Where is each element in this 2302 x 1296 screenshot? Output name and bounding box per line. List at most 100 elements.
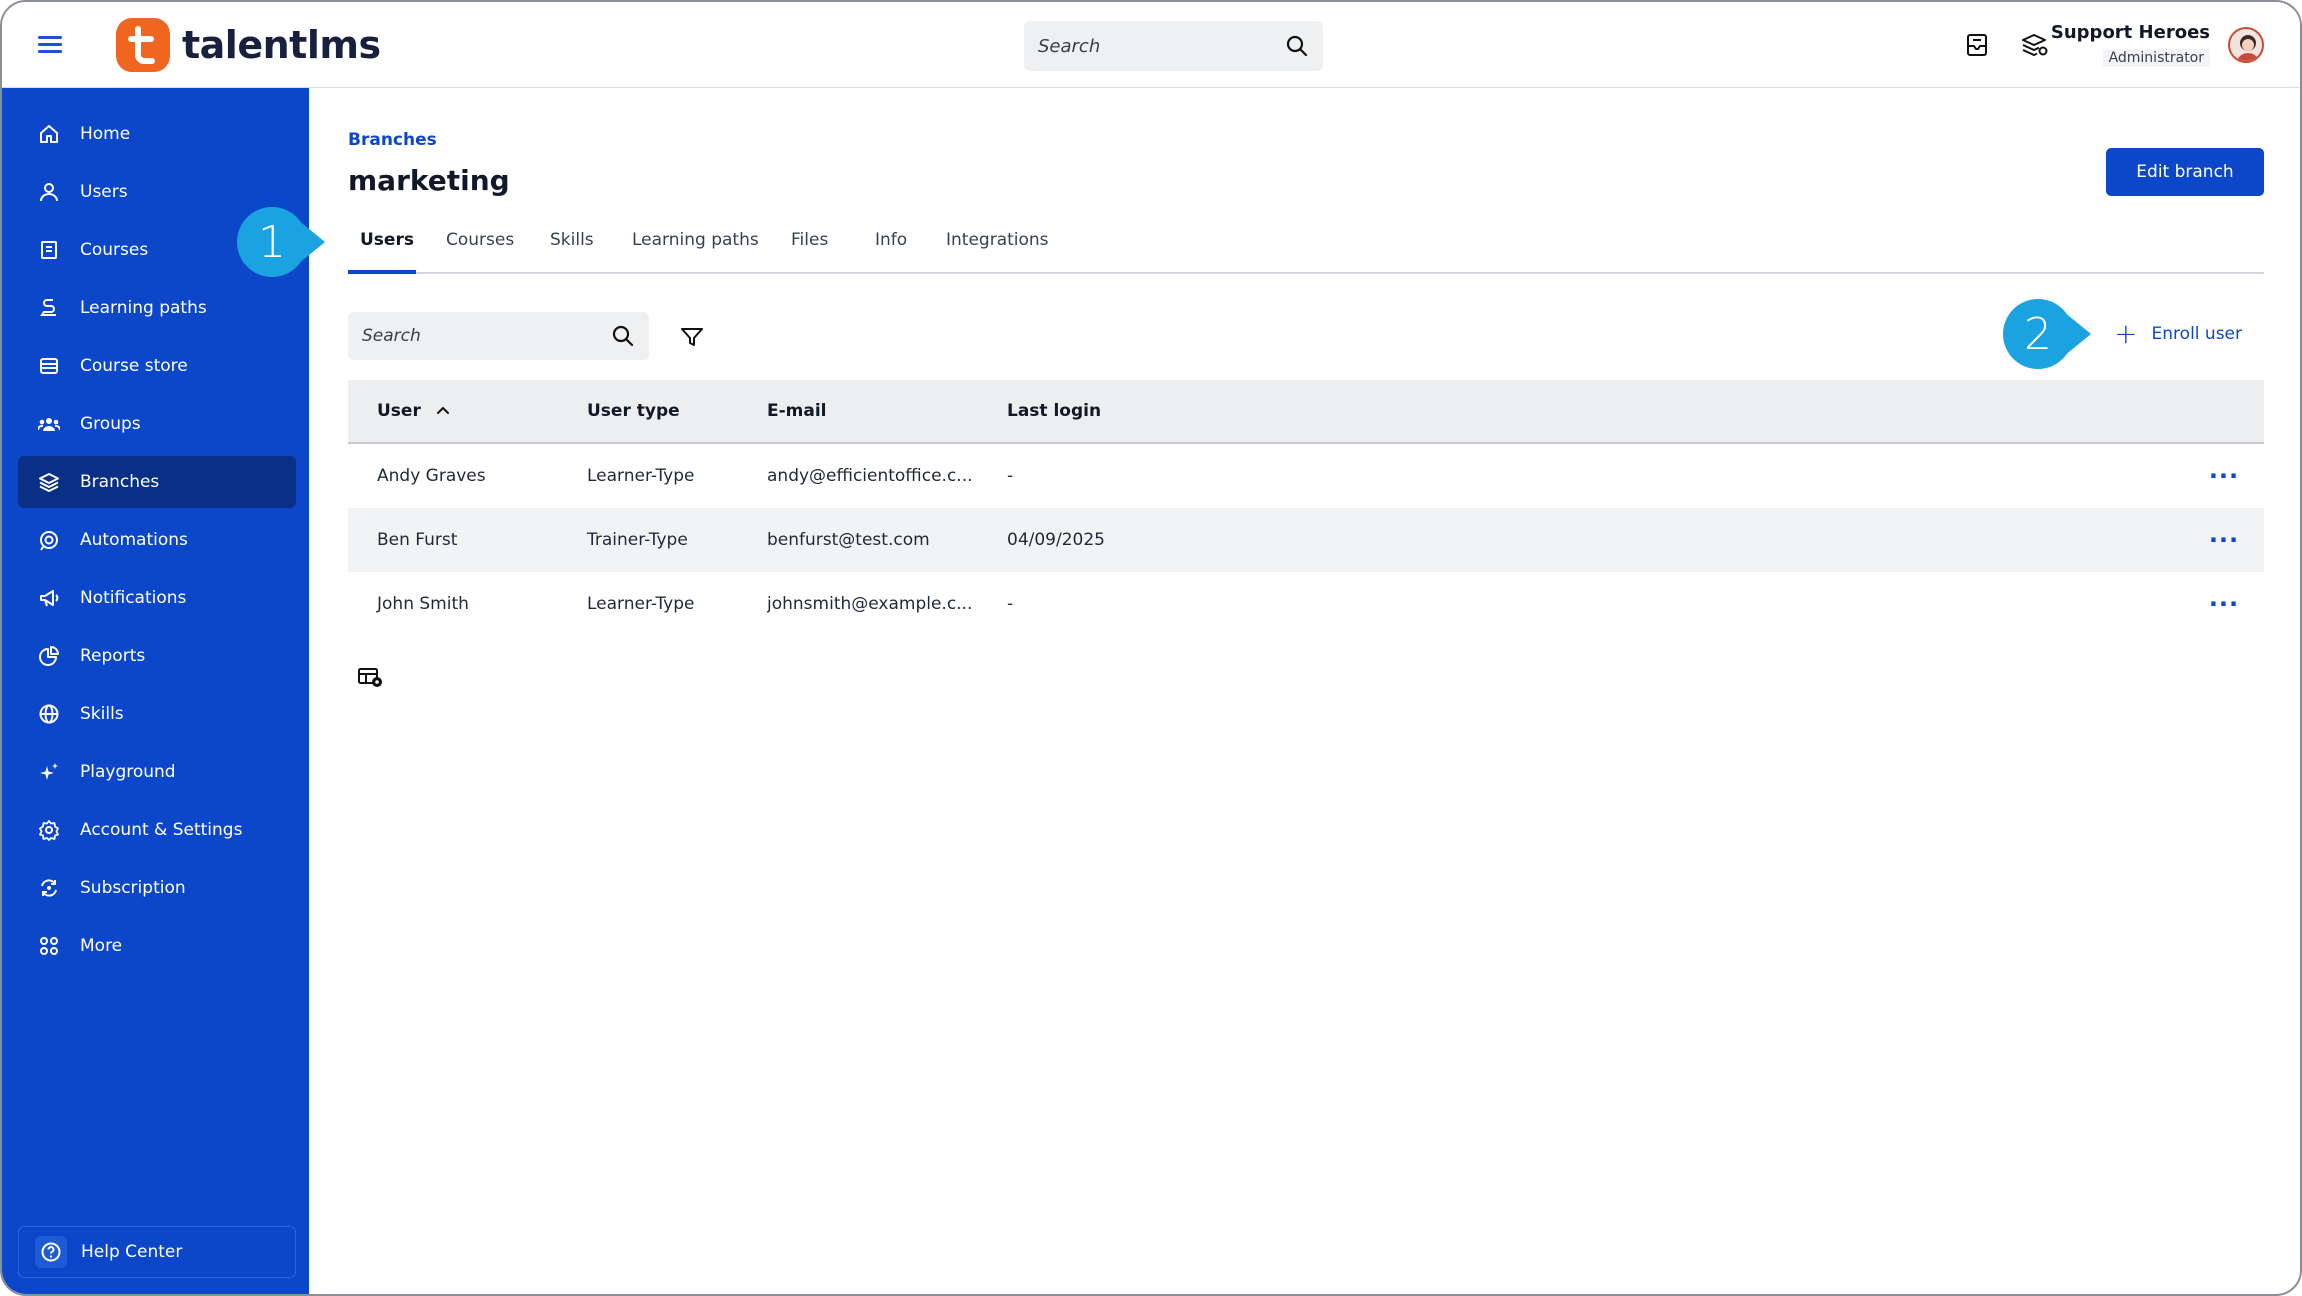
sidebar-item-learning-paths[interactable]: Learning paths xyxy=(18,282,296,334)
sidebar-item-reports[interactable]: Reports xyxy=(18,630,296,682)
sidebar-item-skills[interactable]: Skills xyxy=(18,688,296,740)
sidebar-item-label: Home xyxy=(80,124,131,144)
tab-skills[interactable]: Skills xyxy=(550,228,594,274)
sidebar-item-label: Groups xyxy=(80,414,141,434)
sidebar-item-notifications[interactable]: Notifications xyxy=(18,572,296,624)
user-role: Administrator xyxy=(2102,49,2210,67)
breadcrumb[interactable]: Branches xyxy=(348,130,437,150)
sidebar-item-subscription[interactable]: Subscription xyxy=(18,862,296,914)
sidebar-item-account-settings[interactable]: Account & Settings xyxy=(18,804,296,856)
tab-courses[interactable]: Courses xyxy=(446,228,514,274)
sidebar-item-groups[interactable]: Groups xyxy=(18,398,296,450)
cell-user[interactable]: John Smith xyxy=(348,594,587,614)
column-header-user[interactable]: User xyxy=(348,401,587,421)
global-search[interactable] xyxy=(1024,21,1323,71)
tab-info[interactable]: Info xyxy=(875,228,907,274)
messages-icon[interactable] xyxy=(1962,30,1992,60)
help-center-button[interactable]: Help Center xyxy=(18,1226,296,1278)
help-icon xyxy=(35,1236,67,1268)
sidebar-item-more[interactable]: More xyxy=(18,920,296,972)
store-icon xyxy=(38,355,60,377)
path-icon xyxy=(38,297,60,319)
main-content: Branches marketing Edit branch Users Cou… xyxy=(237,88,2300,1294)
sidebar-item-label: Automations xyxy=(80,530,188,550)
sidebar-item-home[interactable]: Home xyxy=(18,108,296,160)
tab-integrations[interactable]: Integrations xyxy=(946,228,1049,274)
sidebar-item-label: Account & Settings xyxy=(80,820,243,840)
table-row[interactable]: John Smith Learner-Type johnsmith@exampl… xyxy=(348,572,2264,636)
sidebar-item-playground[interactable]: Playground xyxy=(18,746,296,798)
cell-user-type: Trainer-Type xyxy=(587,530,688,550)
column-header-user-type[interactable]: User type xyxy=(587,401,767,421)
chevron-up-icon[interactable] xyxy=(433,401,453,421)
search-icon[interactable] xyxy=(1285,34,1309,58)
user-icon xyxy=(38,181,60,203)
table-row[interactable]: Ben Furst Trainer-Type benfurst@test.com… xyxy=(348,508,2264,572)
more-actions-icon[interactable]: ··· xyxy=(2184,590,2264,618)
globe-icon xyxy=(38,703,60,725)
table-row[interactable]: Andy Graves Learner-Type andy@efficiento… xyxy=(348,444,2264,508)
layers-icon xyxy=(38,471,60,493)
grid-icon xyxy=(38,935,60,957)
home-icon xyxy=(38,123,60,145)
table-header: User User type E-mail Last login xyxy=(348,380,2264,444)
plus-icon: + xyxy=(2114,317,2138,350)
menu-icon[interactable] xyxy=(38,32,62,56)
tab-learning-paths[interactable]: Learning paths xyxy=(632,228,759,274)
sparkle-icon xyxy=(38,761,60,783)
cell-email: johnsmith@example.c... xyxy=(767,594,973,614)
sidebar-item-label: Playground xyxy=(80,762,176,782)
talentlms-logo-icon xyxy=(116,18,170,72)
cell-user-type: Learner-Type xyxy=(587,594,695,614)
users-search[interactable] xyxy=(348,312,649,360)
cell-last-login: - xyxy=(1007,594,1014,614)
more-actions-icon[interactable]: ··· xyxy=(2184,462,2264,490)
cell-email: benfurst@test.com xyxy=(767,530,930,550)
cell-user[interactable]: Andy Graves xyxy=(348,466,587,486)
global-search-input[interactable] xyxy=(1038,35,1285,57)
brand-name: talentlms xyxy=(182,23,381,67)
callout-number: 1 xyxy=(258,216,286,268)
sidebar-item-label: More xyxy=(80,936,123,956)
sidebar-item-branches[interactable]: Branches xyxy=(18,456,296,508)
sidebar-item-label: Subscription xyxy=(80,878,186,898)
edit-branch-button[interactable]: Edit branch xyxy=(2106,148,2264,196)
search-icon[interactable] xyxy=(611,324,635,348)
column-header-email[interactable]: E-mail xyxy=(767,401,1007,421)
cell-user-type: Learner-Type xyxy=(587,466,695,486)
sidebar-item-label: Notifications xyxy=(80,588,187,608)
column-label: User xyxy=(377,401,421,421)
cell-last-login: 04/09/2025 xyxy=(1007,530,1105,550)
tab-files[interactable]: Files xyxy=(791,228,828,274)
app-window: talentlms Support Heroes Administrator xyxy=(0,0,2302,1296)
filter-icon[interactable] xyxy=(679,324,705,350)
users-table: User User type E-mail Last login Andy Gr… xyxy=(348,380,2264,636)
help-center-label: Help Center xyxy=(81,1242,183,1262)
cell-user[interactable]: Ben Furst xyxy=(348,530,587,550)
sidebar-item-label: Courses xyxy=(80,240,149,260)
automation-icon xyxy=(38,529,60,551)
sidebar-item-course-store[interactable]: Course store xyxy=(18,340,296,392)
branches-switch-icon[interactable] xyxy=(2019,30,2049,60)
refresh-icon xyxy=(38,877,60,899)
sidebar-item-label: Course store xyxy=(80,356,188,376)
callout-1: 1 xyxy=(237,206,325,278)
sidebar-item-automations[interactable]: Automations xyxy=(18,514,296,566)
book-icon xyxy=(38,239,60,261)
tab-users[interactable]: Users xyxy=(348,228,416,274)
avatar[interactable] xyxy=(2228,27,2264,63)
sidebar-item-label: Users xyxy=(80,182,128,202)
callout-2: 2 xyxy=(2003,298,2091,370)
users-search-input[interactable] xyxy=(362,326,611,346)
table-settings-icon[interactable] xyxy=(357,666,385,690)
tab-bar: Users Courses Skills Learning paths File… xyxy=(348,228,2264,274)
more-actions-icon[interactable]: ··· xyxy=(2184,526,2264,554)
user-name: Support Heroes xyxy=(2050,22,2210,43)
cell-last-login: - xyxy=(1007,466,1014,486)
megaphone-icon xyxy=(38,587,60,609)
enroll-user-label: Enroll user xyxy=(2151,324,2242,344)
column-header-last-login[interactable]: Last login xyxy=(1007,401,2184,421)
enroll-user-button[interactable]: + Enroll user xyxy=(2114,320,2242,348)
logo[interactable]: talentlms xyxy=(116,18,381,72)
user-menu[interactable]: Support Heroes Administrator xyxy=(2051,22,2210,67)
